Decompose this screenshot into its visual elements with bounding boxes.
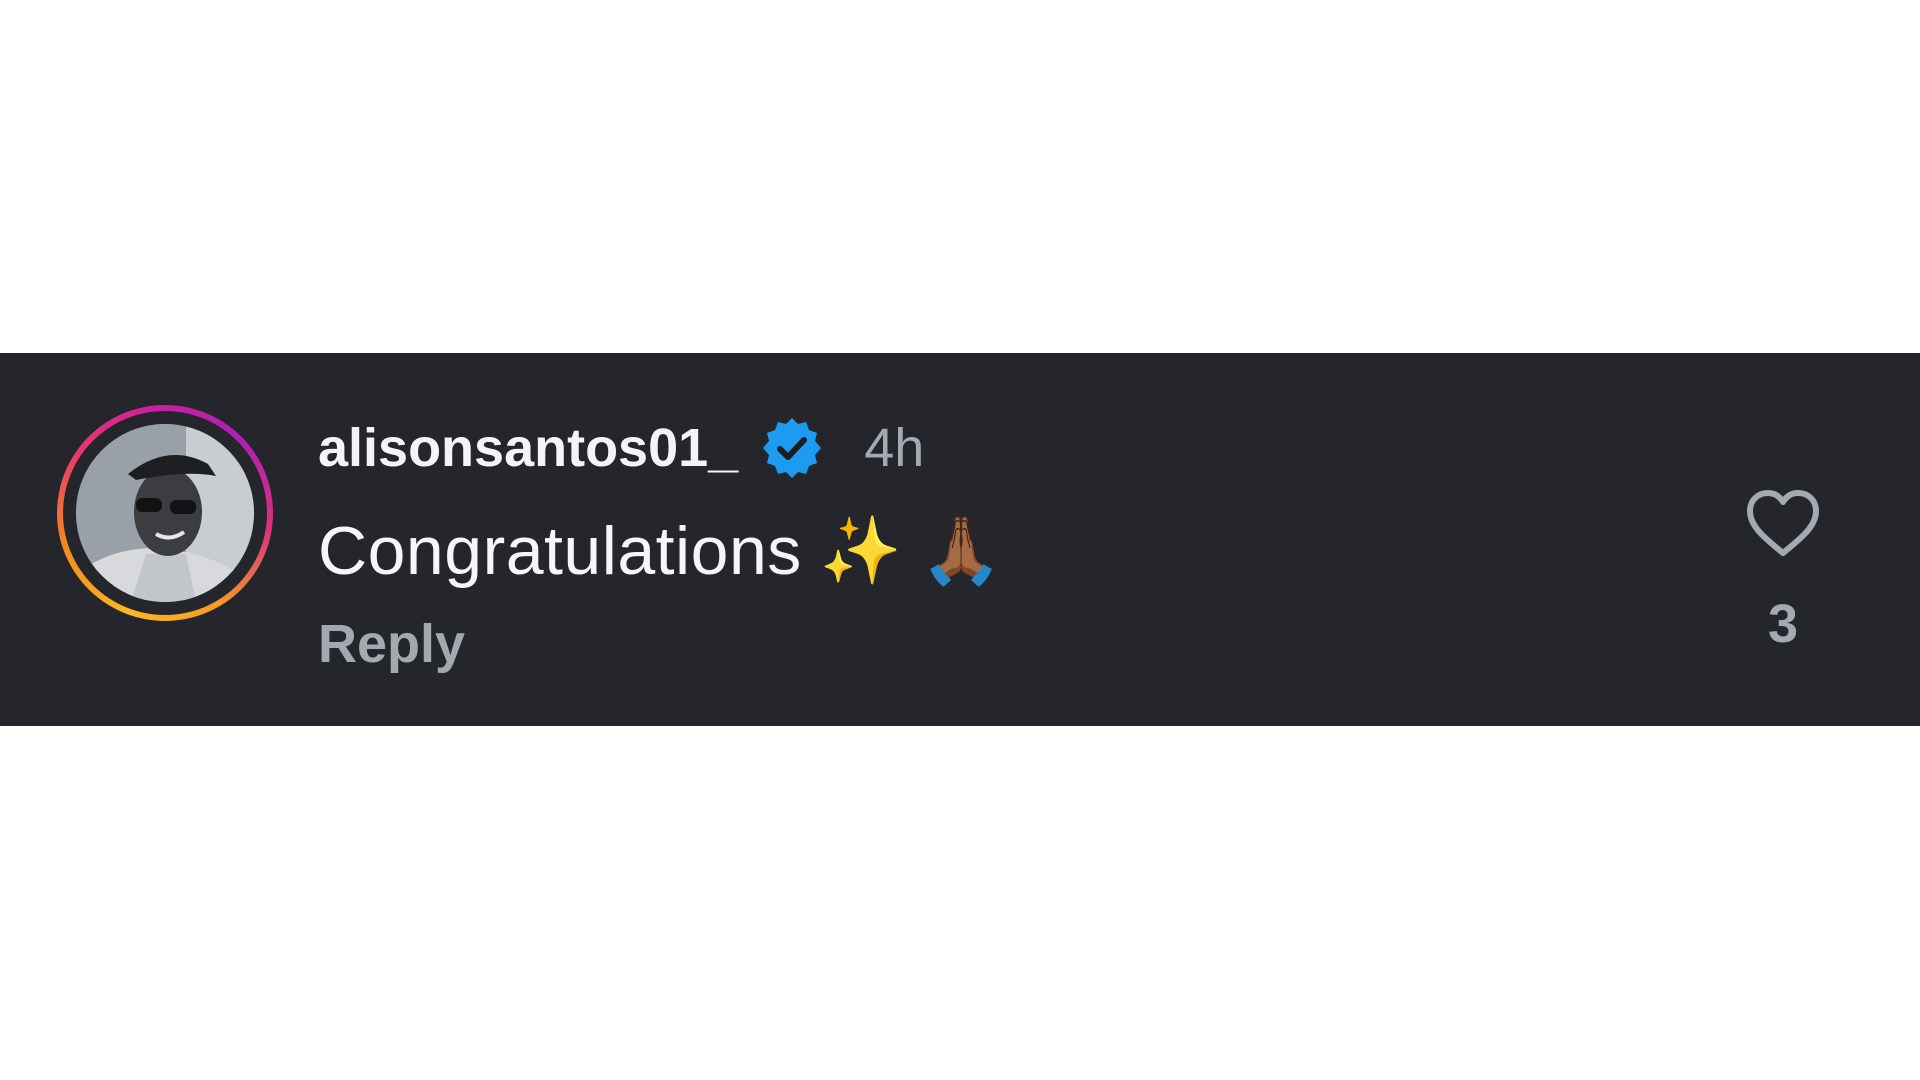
heart-outline-icon[interactable]: [1744, 487, 1822, 559]
avatar-story-ring[interactable]: [57, 405, 273, 621]
like-count: 3: [1767, 594, 1799, 654]
comment-text: Congratulations: [318, 513, 802, 589]
verified-badge-icon: [763, 418, 822, 478]
folded-hands-emoji: 🙏🏾: [920, 512, 1003, 589]
avatar[interactable]: [76, 424, 254, 602]
comment-item: alisonsantos01_ 4h Congratulations ✨ 🙏🏾 …: [0, 353, 1920, 726]
reply-button[interactable]: Reply: [318, 613, 1002, 675]
comment-body: alisonsantos01_ 4h Congratulations ✨ 🙏🏾 …: [318, 413, 1002, 675]
username[interactable]: alisonsantos01_: [318, 417, 738, 479]
avatar-photo: [76, 424, 254, 602]
comment-content: Congratulations ✨ 🙏🏾: [318, 512, 1003, 589]
comment-header: alisonsantos01_ 4h: [318, 413, 1002, 483]
sparkles-emoji: ✨: [819, 512, 902, 589]
comment-timestamp: 4h: [864, 418, 925, 478]
